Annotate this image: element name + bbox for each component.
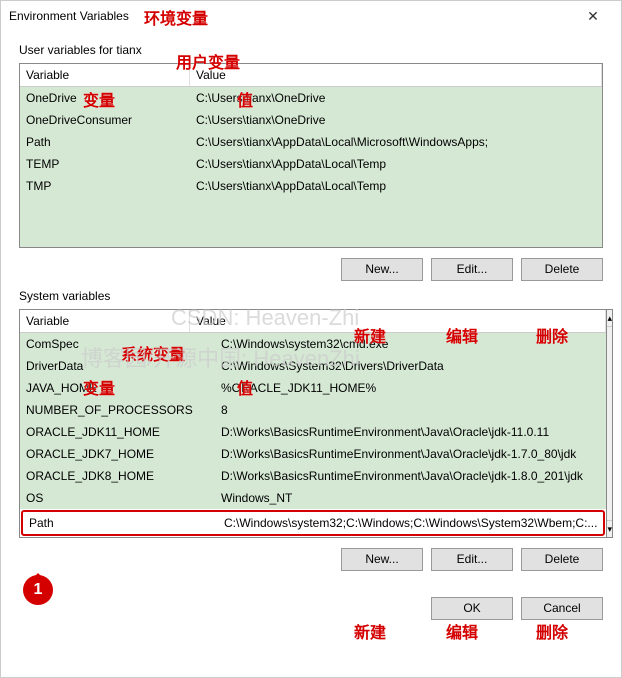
- table-row[interactable]: OneDriveConsumerC:\Users\tianx\OneDrive: [20, 109, 602, 131]
- cell-variable: Path: [23, 514, 218, 532]
- table-row[interactable]: ORACLE_JDK8_HOMED:\Works\BasicsRuntimeEn…: [20, 465, 606, 487]
- user-vars-label: User variables for tianx: [19, 43, 603, 57]
- annotation-marker-1: 1: [23, 575, 53, 605]
- col-value[interactable]: Value: [190, 310, 606, 332]
- sys-vars-body: ComSpecC:\Windows\system32\cmd.exeDriver…: [20, 333, 606, 509]
- cell-value: C:\Users\tianx\AppData\Local\Temp: [190, 155, 602, 173]
- col-variable[interactable]: Variable: [20, 64, 190, 86]
- cancel-button[interactable]: Cancel: [521, 597, 603, 620]
- cell-value: C:\Users\tianx\AppData\Local\Microsoft\W…: [190, 133, 602, 151]
- table-row[interactable]: PathC:\Users\tianx\AppData\Local\Microso…: [20, 131, 602, 153]
- user-button-row: New... Edit... Delete: [19, 258, 603, 281]
- cell-value: C:\Users\tianx\OneDrive: [190, 89, 602, 107]
- ok-cancel-row: OK Cancel: [1, 591, 621, 626]
- sys-new-button[interactable]: New...: [341, 548, 423, 571]
- user-edit-button[interactable]: Edit...: [431, 258, 513, 281]
- cell-variable: Path: [20, 133, 190, 151]
- table-row[interactable]: NUMBER_OF_PROCESSORS8: [20, 399, 606, 421]
- titlebar: Environment Variables ✕: [1, 1, 621, 31]
- sys-vars-label: System variables: [19, 289, 603, 303]
- cell-value: C:\Windows\system32\cmd.exe: [215, 335, 606, 353]
- cell-variable: NUMBER_OF_PROCESSORS: [20, 401, 215, 419]
- cell-variable: ORACLE_JDK7_HOME: [20, 445, 215, 463]
- cell-value: C:\Windows\system32;C:\Windows;C:\Window…: [218, 514, 603, 532]
- cell-variable: ORACLE_JDK8_HOME: [20, 467, 215, 485]
- table-row[interactable]: OSWindows_NT: [20, 487, 606, 509]
- cell-value: C:\Windows\System32\Drivers\DriverData: [215, 357, 606, 375]
- cell-variable: DriverData: [20, 357, 215, 375]
- cell-value: 8: [215, 401, 606, 419]
- table-row[interactable]: ORACLE_JDK7_HOMED:\Works\BasicsRuntimeEn…: [20, 443, 606, 465]
- cell-value: C:\Users\tianx\AppData\Local\Temp: [190, 177, 602, 195]
- dialog-content: User variables for tianx Variable Value …: [1, 31, 621, 591]
- user-delete-button[interactable]: Delete: [521, 258, 603, 281]
- cell-value: Windows_NT: [215, 489, 606, 507]
- cell-value: %ORACLE_JDK11_HOME%: [215, 379, 606, 397]
- sys-delete-button[interactable]: Delete: [521, 548, 603, 571]
- sys-edit-button[interactable]: Edit...: [431, 548, 513, 571]
- cell-value: C:\Users\tianx\OneDrive: [190, 111, 602, 129]
- close-icon[interactable]: ✕: [573, 8, 613, 25]
- sys-vars-header: Variable Value: [20, 310, 606, 333]
- cell-value: D:\Works\BasicsRuntimeEnvironment\Java\O…: [215, 445, 606, 463]
- cell-value: D:\Works\BasicsRuntimeEnvironment\Java\O…: [215, 423, 606, 441]
- scroll-up-icon[interactable]: ▴: [607, 310, 612, 327]
- user-vars-listview[interactable]: Variable Value OneDriveC:\Users\tianx\On…: [19, 63, 603, 248]
- cell-variable: OS: [20, 489, 215, 507]
- table-row[interactable]: TMPC:\Users\tianx\AppData\Local\Temp: [20, 175, 602, 197]
- col-value[interactable]: Value: [190, 64, 602, 86]
- env-vars-dialog: Environment Variables ✕ User variables f…: [0, 0, 622, 678]
- cell-variable: OneDriveConsumer: [20, 111, 190, 129]
- ok-button[interactable]: OK: [431, 597, 513, 620]
- user-new-button[interactable]: New...: [341, 258, 423, 281]
- table-row[interactable]: ComSpecC:\Windows\system32\cmd.exe: [20, 333, 606, 355]
- window-title: Environment Variables: [9, 9, 573, 23]
- cell-variable: OneDrive: [20, 89, 190, 107]
- table-row[interactable]: OneDriveC:\Users\tianx\OneDrive: [20, 87, 602, 109]
- cell-value: D:\Works\BasicsRuntimeEnvironment\Java\O…: [215, 467, 606, 485]
- user-vars-body: OneDriveC:\Users\tianx\OneDriveOneDriveC…: [20, 87, 602, 247]
- cell-variable: ORACLE_JDK11_HOME: [20, 423, 215, 441]
- cell-variable: TEMP: [20, 155, 190, 173]
- cell-variable: ComSpec: [20, 335, 215, 353]
- table-row[interactable]: DriverDataC:\Windows\System32\Drivers\Dr…: [20, 355, 606, 377]
- sys-scrollbar[interactable]: ▴ ▾: [607, 309, 613, 538]
- sys-row-selected[interactable]: Path C:\Windows\system32;C:\Windows;C:\W…: [21, 510, 605, 536]
- sys-vars-wrap: Variable Value ComSpecC:\Windows\system3…: [19, 309, 603, 538]
- table-row[interactable]: TEMPC:\Users\tianx\AppData\Local\Temp: [20, 153, 602, 175]
- cell-variable: JAVA_HOME: [20, 379, 215, 397]
- sys-vars-listview[interactable]: Variable Value ComSpecC:\Windows\system3…: [19, 309, 607, 538]
- cell-variable: TMP: [20, 177, 190, 195]
- sys-button-row: New... Edit... Delete: [19, 548, 603, 571]
- col-variable[interactable]: Variable: [20, 310, 190, 332]
- scroll-down-icon[interactable]: ▾: [607, 520, 612, 537]
- table-row[interactable]: JAVA_HOME%ORACLE_JDK11_HOME%: [20, 377, 606, 399]
- table-row[interactable]: ORACLE_JDK11_HOMED:\Works\BasicsRuntimeE…: [20, 421, 606, 443]
- user-vars-header: Variable Value: [20, 64, 602, 87]
